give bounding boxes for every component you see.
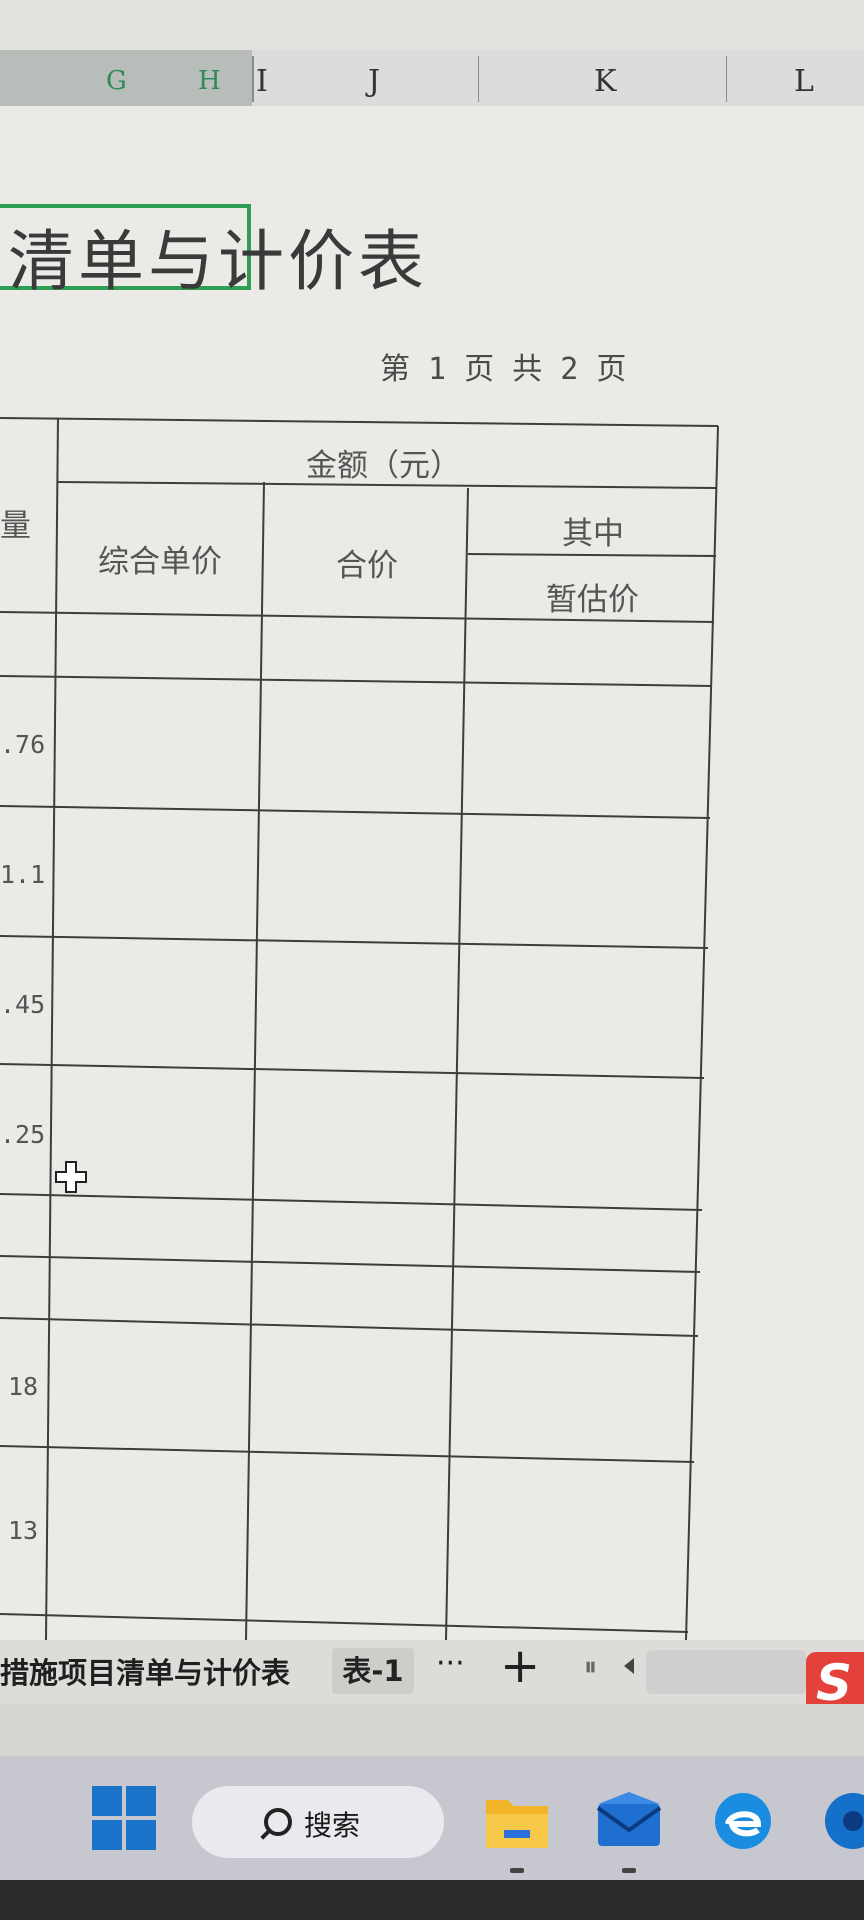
unit-price-header: 综合单价: [98, 544, 222, 580]
sheet-tab-label: 表-1: [342, 1654, 404, 1688]
edge-browser-icon[interactable]: [712, 1790, 774, 1852]
sheet-tab-bar: 措施项目清单与计价表 表-1 ··· + ⏸: [0, 1638, 864, 1704]
taskbar: 搜索: [0, 1756, 864, 1880]
taskbar-search-box[interactable]: 搜索: [192, 1786, 444, 1858]
status-area: [0, 1704, 864, 1756]
sheet-tab-active[interactable]: 措施项目清单与计价表: [0, 1650, 290, 1692]
screen-bezel: [0, 1880, 864, 1920]
quantity-cell: 13: [8, 1516, 39, 1545]
table-grid: [0, 417, 719, 1640]
provisional-price-header: 暂估价: [546, 582, 639, 618]
horizontal-scrollbar[interactable]: [646, 1650, 806, 1694]
file-explorer-icon[interactable]: [484, 1790, 550, 1852]
total-price-header: 合价: [336, 548, 398, 584]
cell-cursor-icon: [55, 1161, 87, 1193]
amount-header: 金额（元）: [306, 448, 461, 484]
add-sheet-button[interactable]: +: [500, 1638, 540, 1694]
app-icon-partial[interactable]: [822, 1790, 864, 1852]
quantity-cell: .25: [0, 1120, 46, 1149]
search-icon: [264, 1808, 292, 1836]
quantity-cell: .76: [0, 730, 46, 759]
running-indicator: [510, 1868, 524, 1873]
of-which-header: 其中: [562, 516, 624, 552]
windows-start-icon[interactable]: [92, 1786, 156, 1850]
quantity-cell: .45: [0, 990, 46, 1019]
quantity-cell: 18: [8, 1372, 39, 1401]
mail-icon[interactable]: [596, 1790, 662, 1852]
quantity-cell: 1.1: [0, 860, 46, 889]
tab-splitter-handle[interactable]: ⏸: [584, 1652, 597, 1683]
quantity-column-header: 量: [0, 508, 31, 544]
more-sheets-button[interactable]: ···: [436, 1646, 465, 1681]
running-indicator: [622, 1868, 636, 1873]
search-label: 搜索: [304, 1809, 361, 1842]
sheet-tab-second[interactable]: 表-1: [332, 1648, 414, 1694]
scroll-left-arrow-icon[interactable]: [624, 1658, 634, 1674]
